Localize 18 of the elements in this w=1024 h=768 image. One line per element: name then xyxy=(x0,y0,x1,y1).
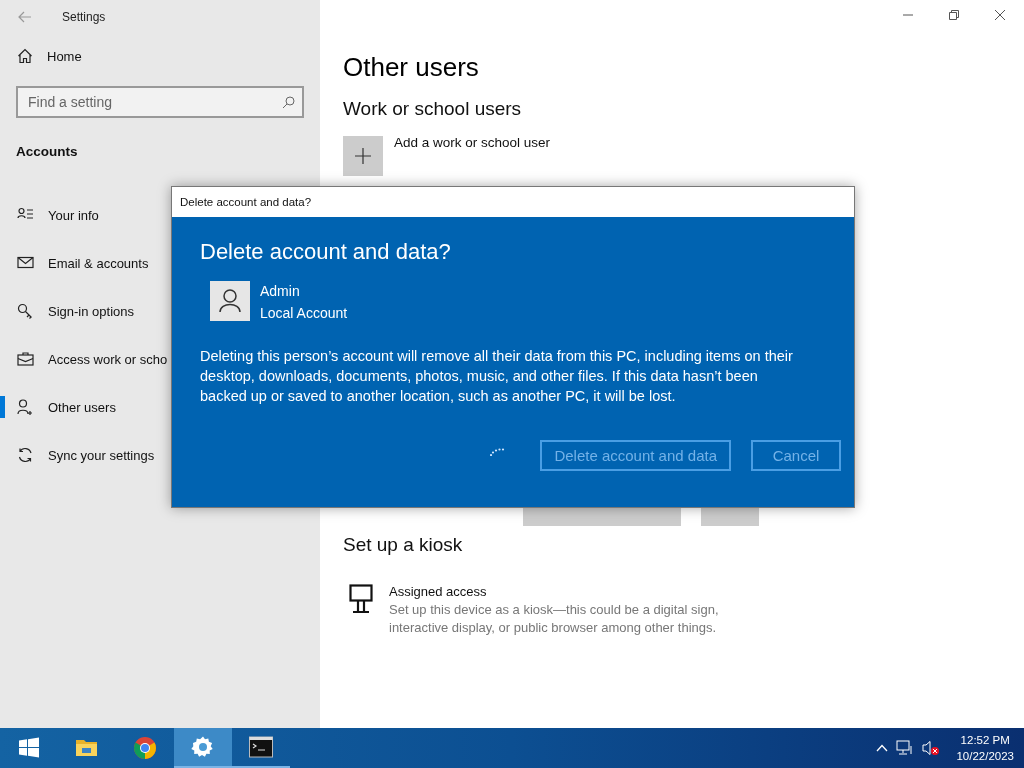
dialog-heading: Delete account and data? xyxy=(200,239,452,265)
dialog-title: Delete account and data? xyxy=(179,195,313,210)
clock[interactable]: 12:52 PM 10/22/2023 xyxy=(956,732,1014,764)
search-field[interactable]: Find a setting xyxy=(16,86,304,118)
section-heading: Work or school users xyxy=(343,98,523,120)
option-description: Set up this device as a kiosk—this could be a digital sign, interactive display, or public browser among other things. xyxy=(389,601,720,637)
page-title: Other users xyxy=(343,52,480,84)
option-title[interactable]: Assigned access xyxy=(389,584,769,599)
user-name: Admin xyxy=(260,282,301,301)
add-user-link[interactable]: Add a work or school user xyxy=(394,134,551,150)
section-heading: Accounts xyxy=(16,144,79,159)
home-link[interactable]: Home xyxy=(0,34,320,78)
warning-message: Deleting this person’s account will remove all their data from this PC, including items on their desktop, downloads, documents, photos, music, and other files. If this data hasn’t been backed up or saved to another location, such as another PC, it will be lost. xyxy=(200,347,794,406)
date-text: 10/22/2023 xyxy=(956,749,1014,764)
time-text: 12:52 PM xyxy=(959,733,1011,748)
account-type: Local Account xyxy=(260,304,348,323)
window-title: Settings xyxy=(62,10,106,24)
section-heading: Set up a kiosk xyxy=(343,534,464,556)
